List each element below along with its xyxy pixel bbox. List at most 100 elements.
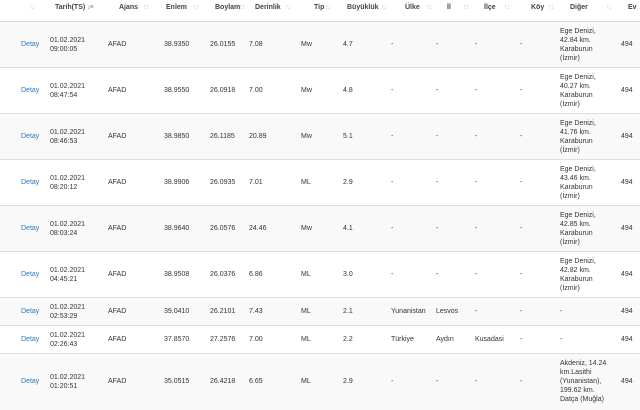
date-text: 01.02.2021 [50, 331, 86, 339]
sort-icon[interactable]: ↑↓ [285, 4, 291, 11]
table-row: Detay 01.02.2021 08:03:24 AFAD 38.9640 26.057… [0, 205, 640, 252]
sort-icon[interactable]: ↑↓ [504, 4, 510, 11]
location-detail-line: 199.62 km. [560, 387, 595, 395]
date-text: 01.02.2021 [50, 220, 86, 228]
column-header-4[interactable]: Boylam ↑↓ [198, 0, 249, 22]
district-cell: - [475, 353, 520, 410]
village-cell: - [520, 297, 560, 326]
location-detail-line: 42.85 km. [560, 220, 591, 228]
table-row: Detay 01.02.2021 02:26:43 AFAD 37.8570 27.257… [0, 325, 640, 354]
time-text: 09:00:05 [50, 45, 78, 53]
date-text: 01.02.2021 [50, 303, 86, 311]
time-text: 02:53:29 [50, 312, 78, 320]
province-cell: - [436, 67, 475, 114]
sort-icon[interactable]: ↑↓ [325, 4, 331, 11]
column-header-label: Boylam [215, 4, 241, 11]
country-cell: - [391, 159, 436, 206]
column-header-8[interactable]: Ülke ↑↓ [391, 0, 436, 22]
depth-cell: 7.01 [249, 159, 301, 206]
sort-icon[interactable]: ↑↓ [548, 4, 554, 11]
time-text: 04:45:21 [50, 275, 78, 283]
location-detail-cell: Ege Denizi, 40.27 km. Karaburun (İzmir) [560, 67, 621, 114]
detail-link[interactable]: Detay [21, 336, 39, 343]
location-detail-line: (İzmir) [560, 192, 580, 200]
province-cell: - [436, 159, 475, 206]
village-cell: - [520, 251, 560, 298]
column-header-10[interactable]: İlçe ↑↓ [475, 0, 520, 22]
column-header-5[interactable]: Derinlik ↑↓ [249, 0, 301, 22]
type-cell: Mw [301, 113, 339, 160]
column-header-label: Derinlik [255, 4, 281, 11]
detail-link[interactable]: Detay [21, 378, 39, 385]
sort-icon[interactable]: ↓≡ [87, 4, 94, 11]
type-cell: ML [301, 353, 339, 410]
sort-icon[interactable]: ↑↓ [29, 4, 35, 11]
detail-link-cell[interactable]: Detay [0, 67, 50, 114]
sort-icon[interactable]: ↑↓ [606, 4, 612, 11]
detail-link-cell[interactable]: Detay [0, 297, 50, 326]
location-detail-line: Ege Denizi, [560, 165, 596, 173]
location-detail-cell: Ege Denizi, 41.76 km. Karaburun (İzmir) [560, 113, 621, 160]
detail-link[interactable]: Detay [21, 271, 39, 278]
column-header-label: Enlem [166, 4, 188, 11]
district-cell: - [475, 159, 520, 206]
time-text: 08:03:24 [50, 229, 78, 237]
location-detail-cell: Ege Denizi, 43.46 km. Karaburun (İzmir) [560, 159, 621, 206]
location-detail-cell: - [560, 325, 621, 354]
lat-cell: 39.0410 [153, 297, 198, 326]
date-time-cell: 01.02.2021 02:26:43 [50, 325, 108, 354]
detail-link-cell[interactable]: Detay [0, 21, 50, 68]
date-time-cell: 01.02.2021 08:46:53 [50, 113, 108, 160]
column-header-11[interactable]: Köy ↑↓ [520, 0, 560, 22]
location-detail-line: Ege Denizi, [560, 119, 596, 127]
date-time-cell: 01.02.2021 01:20:51 [50, 353, 108, 410]
column-header-1[interactable]: Tarih(TS) ↓≡ [50, 0, 108, 22]
column-header-6[interactable]: Tip ↑↓ [301, 0, 339, 22]
detail-link[interactable]: Detay [21, 133, 39, 140]
column-header-2[interactable]: Ajans ↑↓ [108, 0, 153, 22]
date-time-cell: 01.02.2021 08:20:12 [50, 159, 108, 206]
country-cell: - [391, 353, 436, 410]
column-header-12[interactable]: Diğer ↑↓ [560, 0, 621, 22]
column-header-9[interactable]: İl ↑↓ [436, 0, 475, 22]
village-cell: - [520, 353, 560, 410]
table-row: Detay 01.02.2021 04:45:21 AFAD 38.9508 26.037… [0, 251, 640, 298]
lon-cell: 26.0376 [198, 251, 249, 298]
agency-cell: AFAD [108, 159, 153, 206]
sort-icon[interactable]: ↑↓ [463, 4, 469, 11]
type-cell: Mw [301, 67, 339, 114]
province-cell: - [436, 353, 475, 410]
column-header-7[interactable]: Büyüklük ↑↓ [339, 0, 391, 22]
location-detail-line: (İzmir) [560, 238, 580, 246]
detail-link-cell[interactable]: Detay [0, 353, 50, 410]
detail-link-cell[interactable]: Detay [0, 251, 50, 298]
detail-link-cell[interactable]: Detay [0, 159, 50, 206]
time-text: 08:47:54 [50, 91, 78, 99]
detail-link[interactable]: Detay [21, 41, 39, 48]
detail-link[interactable]: Detay [21, 179, 39, 186]
date-text: 01.02.2021 [50, 174, 86, 182]
depth-cell: 7.08 [249, 21, 301, 68]
mag-cell: 2.1 [339, 297, 391, 326]
date-time-cell: 01.02.2021 04:45:21 [50, 251, 108, 298]
column-header-0[interactable]: ↑↓ [0, 0, 50, 22]
detail-link-cell[interactable]: Detay [0, 205, 50, 252]
column-header-3[interactable]: Enlem ↑↓ [153, 0, 199, 22]
column-header-label: İlçe [484, 4, 496, 11]
province-cell: Lesvos [436, 297, 475, 326]
sort-icon[interactable]: ↑↓ [143, 4, 149, 11]
detail-link[interactable]: Detay [21, 87, 39, 94]
village-cell: - [520, 325, 560, 354]
agency-cell: AFAD [108, 353, 153, 410]
detail-link-cell[interactable]: Detay [0, 325, 50, 354]
detail-link-cell[interactable]: Detay [0, 113, 50, 160]
province-cell: - [436, 205, 475, 252]
detail-link[interactable]: Detay [21, 308, 39, 315]
sort-icon[interactable]: ↑↓ [381, 4, 387, 11]
detail-link[interactable]: Detay [21, 225, 39, 232]
sort-icon[interactable]: ↑↓ [426, 4, 432, 11]
time-text: 02:26:43 [50, 340, 78, 348]
sort-icon[interactable]: ↑↓ [239, 4, 245, 11]
village-cell: - [520, 67, 560, 114]
column-header-13[interactable]: Ev [621, 0, 640, 22]
